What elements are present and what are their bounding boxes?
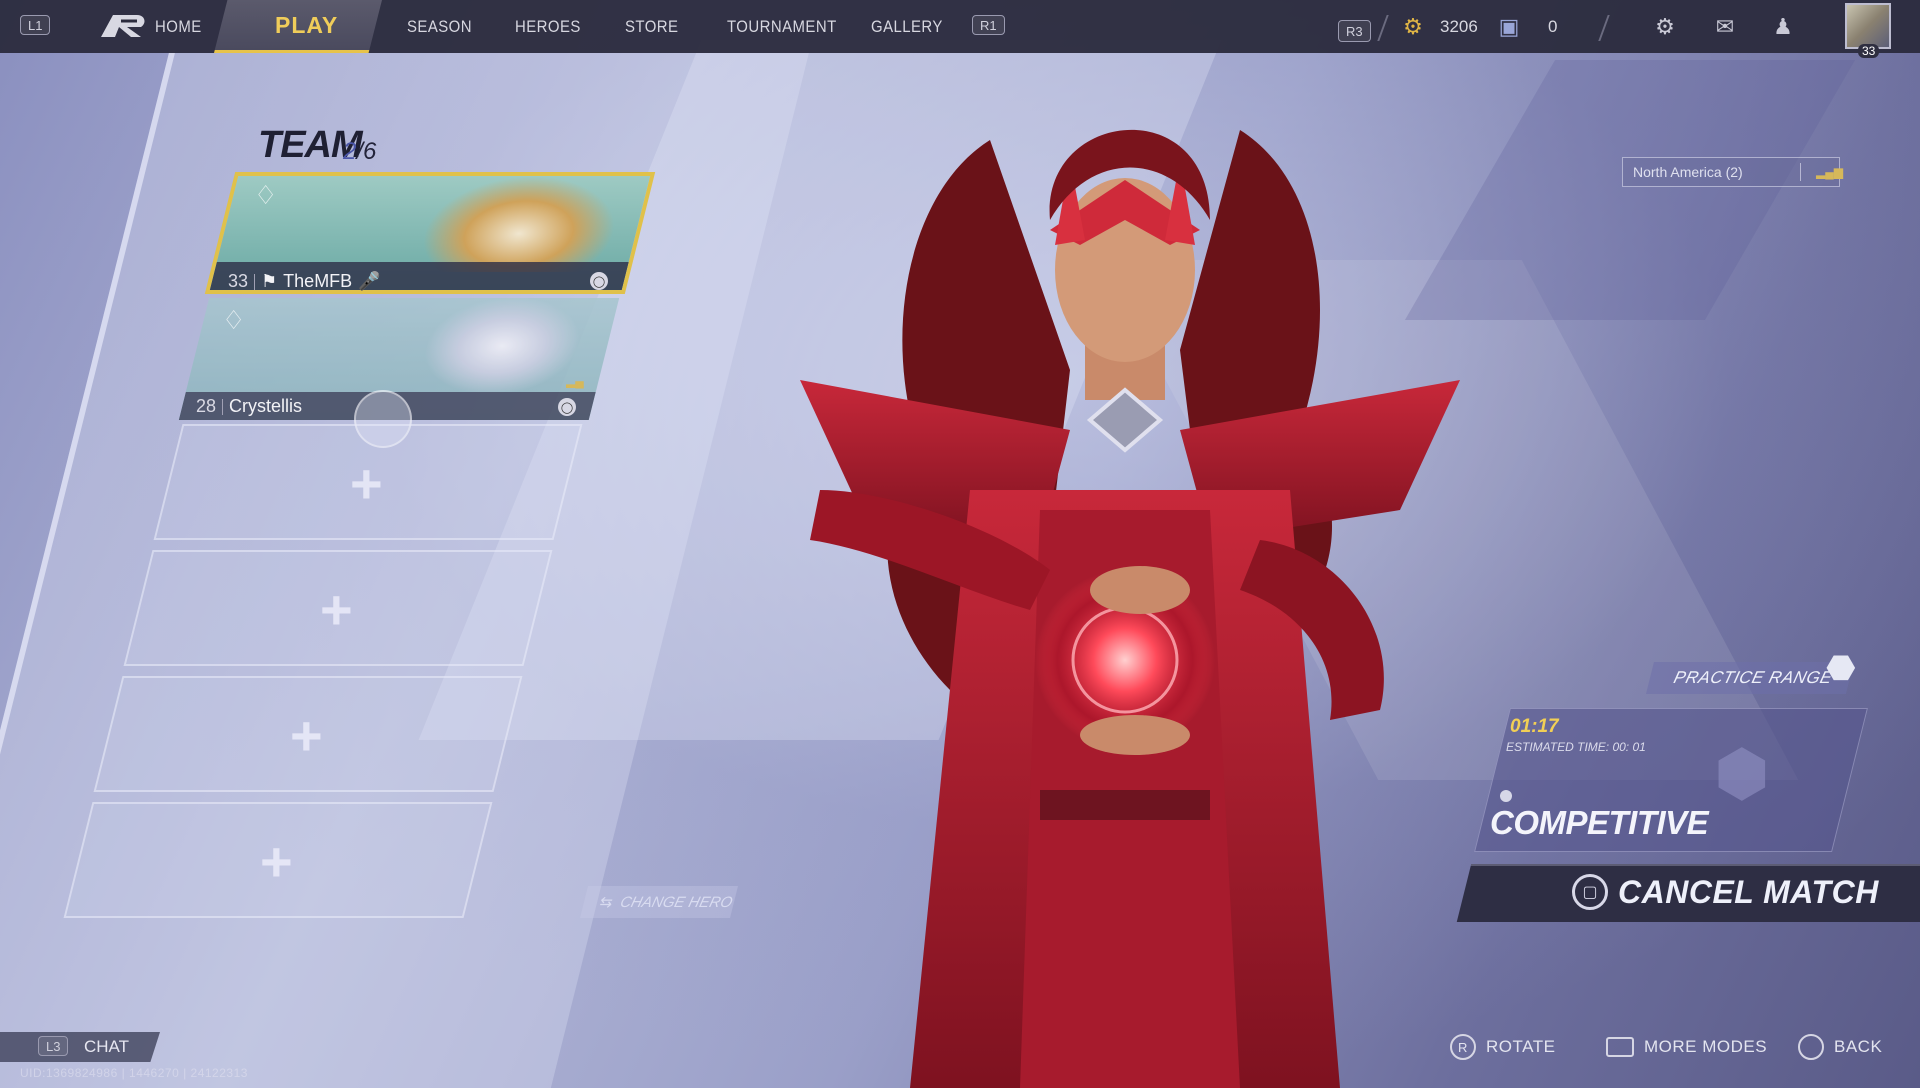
nav-gallery[interactable]: GALLERY [871,0,943,53]
nav-play[interactable]: PLAY [275,12,338,39]
more-modes-label: MORE MODES [1644,1037,1768,1056]
player-name: Crystellis [229,396,303,416]
platform-flag-icon: ⚑ [261,271,278,291]
nav-tournament[interactable]: TOURNAMENT [727,0,837,53]
playstation-icon: ◯ [590,272,608,290]
queue-elapsed-timer: 01:17 [1510,716,1559,737]
mail-icon[interactable]: ✉ [1712,14,1738,40]
lattice-currency-icon[interactable]: ▣ [1496,14,1522,40]
region-label: North America (2) [1633,164,1743,180]
queue-mode-name: COMPETITIVE [1490,804,1709,841]
competitive-rank-emblem-icon: ⬢ [1714,737,1770,809]
rank-emblem-icon: ♢ [222,305,246,335]
add-member-icon: + [350,452,383,515]
player-level: 33 [228,271,249,291]
practice-range-button[interactable]: PRACTICE RANGE [1646,662,1854,694]
r3-key-hint: R3 [1338,20,1371,42]
add-member-icon: + [320,578,353,641]
playstation-icon [1500,790,1512,802]
player-avatar[interactable] [1845,3,1891,49]
l3-key-hint: L3 [38,1036,69,1056]
microphone-icon: 🎤 [358,271,381,291]
circle-button-icon [1798,1034,1824,1060]
swap-arrows-icon: ⇆ [597,894,615,911]
connection-signal-icon: ▂▄ [566,374,584,388]
r1-key-hint: R1 [972,15,1005,35]
game-logo-icon[interactable] [97,11,151,41]
user-id-text: UID:1369824986 | 1446270 | 24122313 [20,1066,248,1080]
nav-heroes[interactable]: HEROES [515,0,581,53]
rotate-hint[interactable]: R ROTATE [1450,1034,1555,1060]
player-level-badge: 33 [1858,44,1880,58]
rotate-label: ROTATE [1486,1037,1556,1056]
settings-gear-icon[interactable]: ⚙ [1652,14,1678,40]
touchpad-icon [1606,1037,1634,1057]
player-label: 28 Crystellis [196,396,302,417]
nav-store[interactable]: STORE [625,0,678,53]
player-name: TheMFB [283,271,353,291]
chat-bar[interactable] [0,1032,160,1062]
cancel-match-label: CANCEL MATCH [1618,874,1879,910]
change-hero-button[interactable]: ⇆ CHANGE HERO [580,886,738,918]
lattice-currency-amount: 0 [1548,16,1558,36]
more-modes-hint[interactable]: MORE MODES [1606,1034,1767,1060]
back-hint[interactable]: BACK [1798,1034,1882,1060]
queue-estimated-time: ESTIMATED TIME: 00: 01 [1506,740,1646,754]
chat-label[interactable]: CHAT [84,1037,129,1057]
rank-emblem-icon: ♢ [254,180,278,210]
separator [254,273,256,290]
nav-season[interactable]: SEASON [407,0,472,53]
playstation-icon: ◯ [558,398,576,416]
ping-signal-icon: ▂▄▆ [1816,165,1843,179]
coin-currency-amount: 3206 [1440,16,1478,36]
square-button-icon: ▢ [1572,874,1608,910]
hero-portrait-image [414,176,629,272]
nav-home[interactable]: HOME [155,0,202,53]
change-hero-label: CHANGE HERO [618,893,735,911]
player-level: 28 [196,396,217,416]
practice-range-label: PRACTICE RANGE [1671,668,1835,687]
coin-currency-icon[interactable]: ⚙ [1400,14,1426,40]
right-stick-icon: R [1450,1034,1476,1060]
back-label: BACK [1834,1037,1883,1056]
player-label: 33 ⚑ TheMFB 🎤 [228,271,381,292]
hero-portrait-image [415,298,590,394]
separator [222,398,224,415]
add-member-icon: + [260,830,293,893]
add-member-icon: + [290,704,323,767]
divider [1800,163,1801,181]
practice-range-icon: ⬣ [1826,649,1856,687]
l1-key-hint: L1 [20,15,51,35]
hero-character-scarlet-witch[interactable] [740,70,1520,1088]
friends-icon[interactable]: ♟ [1770,14,1796,40]
team-count: 2/6 [343,138,377,165]
server-region-selector[interactable]: North America (2) [1622,157,1840,187]
